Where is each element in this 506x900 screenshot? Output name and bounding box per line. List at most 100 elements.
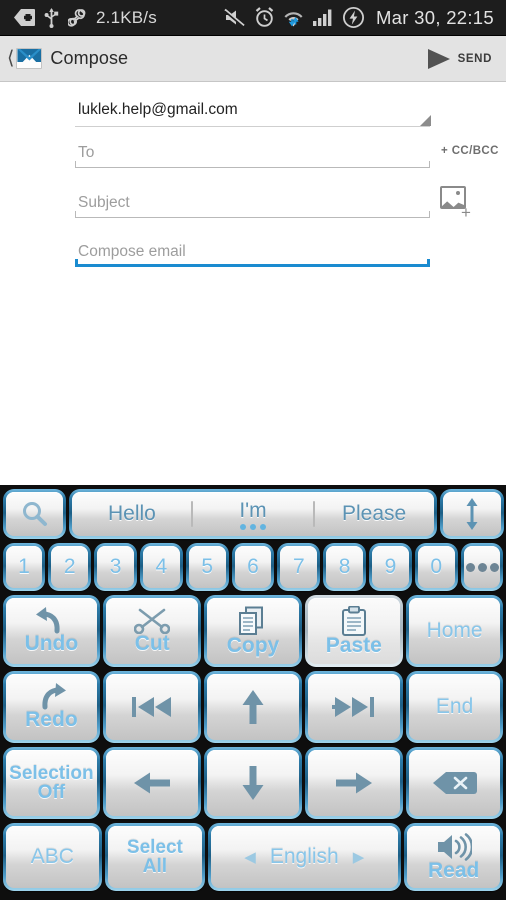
send-button[interactable]: SEND — [427, 48, 506, 69]
key-3[interactable]: 3 — [94, 543, 137, 591]
key-more-symbols[interactable] — [460, 543, 504, 591]
body-field[interactable]: Compose email — [75, 244, 186, 260]
subject-placeholder: Subject — [78, 194, 130, 211]
send-button-label: SEND — [457, 52, 492, 65]
insert-image-plus-icon: + — [461, 203, 471, 222]
key-arrow-down[interactable] — [204, 747, 302, 819]
key-5[interactable]: 5 — [185, 543, 229, 591]
arrow-left-icon — [134, 771, 171, 795]
clipboard-icon — [341, 605, 367, 636]
key-label: Redo — [25, 708, 78, 732]
key-arrow-left[interactable] — [103, 747, 202, 819]
key-end[interactable]: End — [405, 671, 504, 743]
suggestion-item[interactable]: Hello — [72, 492, 191, 536]
key-redo[interactable]: Redo — [2, 671, 101, 743]
key-cut[interactable]: Cut — [103, 595, 202, 667]
key-label: Cut — [134, 632, 170, 656]
key-label: 0 — [430, 555, 443, 578]
on-screen-keyboard: Hello I'm Please 1 2 3 4 5 6 7 8 9 0 Und… — [0, 485, 506, 900]
key-paste[interactable]: Paste — [304, 595, 403, 667]
key-8[interactable]: 8 — [323, 543, 366, 591]
key-label: Read — [428, 858, 480, 882]
key-label: Paste — [325, 633, 382, 657]
edit-row-1: Undo Cut Copy Paste Home — [1, 593, 505, 669]
suggestion-item[interactable]: Please — [315, 492, 434, 536]
dropdown-caret-icon[interactable] — [420, 115, 431, 126]
key-label: 3 — [109, 555, 122, 578]
key-1[interactable]: 1 — [2, 543, 46, 591]
arrow-right-icon — [335, 771, 372, 795]
key-undo[interactable]: Undo — [2, 595, 101, 667]
key-space-language[interactable]: ◀ English ▶ — [207, 823, 401, 891]
suggestion-strip[interactable]: Hello I'm Please — [69, 489, 437, 539]
skip-backward-icon — [130, 694, 174, 720]
key-label: 6 — [247, 555, 259, 578]
compose-form: luklek.help@gmail.com To + CC/BCC Subjec… — [0, 82, 506, 485]
mute-icon — [224, 8, 246, 27]
arrow-up-icon — [241, 689, 265, 724]
key-backspace[interactable] — [405, 747, 504, 819]
account-underline — [75, 126, 430, 127]
key-label: English — [269, 845, 339, 869]
key-4[interactable]: 4 — [139, 543, 183, 591]
to-field[interactable]: To — [75, 145, 94, 161]
language-prev-arrow-icon[interactable]: ◀ — [244, 848, 256, 866]
more-dots-icon — [465, 562, 499, 572]
send-arrow-icon — [427, 48, 450, 69]
key-0[interactable]: 0 — [414, 543, 458, 591]
key-label: Copy — [226, 633, 280, 657]
suggestion-row: Hello I'm Please — [1, 487, 505, 541]
key-select-all[interactable]: Select All — [105, 823, 205, 891]
key-next-word[interactable] — [304, 671, 403, 743]
wifi-icon — [283, 8, 304, 27]
charging-icon — [342, 6, 365, 29]
key-abc-layout[interactable]: ABC — [2, 823, 103, 891]
keyboard-search-key[interactable] — [2, 489, 67, 539]
skip-forward-icon — [331, 694, 376, 720]
key-label: 4 — [155, 555, 168, 578]
edit-row-2: Redo End — [1, 669, 505, 745]
key-label: End — [435, 695, 474, 719]
key-copy[interactable]: Copy — [204, 595, 302, 667]
key-arrow-up[interactable] — [204, 671, 302, 743]
link-icon — [68, 8, 87, 27]
to-placeholder: To — [78, 144, 95, 161]
key-label: 1 — [18, 555, 30, 578]
key-6[interactable]: 6 — [231, 543, 275, 591]
key-label-line1: Selection — [9, 762, 94, 784]
scissors-icon — [134, 607, 171, 635]
key-label: 7 — [292, 555, 305, 578]
key-9[interactable]: 9 — [369, 543, 412, 591]
suggestion-item-active[interactable]: I'm — [193, 492, 312, 536]
suggestion-text: Please — [341, 502, 407, 525]
status-bar-clock: Mar 30, 22:15 — [375, 6, 494, 28]
key-read-aloud[interactable]: Read — [403, 823, 504, 891]
action-bar: ⟨ Compose SEND — [0, 36, 506, 82]
subject-field[interactable]: Subject — [75, 195, 130, 211]
speaker-icon — [436, 832, 472, 861]
gmail-envelope-icon[interactable] — [16, 48, 43, 69]
key-previous-word[interactable] — [103, 671, 202, 743]
language-next-arrow-icon[interactable]: ▶ — [353, 848, 365, 866]
cc-bcc-button[interactable]: + CC/BCC — [441, 145, 499, 157]
back-chevron-icon[interactable]: ⟨ — [0, 49, 16, 68]
usb-debug-icon — [14, 9, 35, 26]
key-label: Undo — [24, 632, 79, 656]
copy-icon — [237, 606, 269, 636]
suggestion-text: Hello — [108, 502, 156, 525]
number-row: 1 2 3 4 5 6 7 8 9 0 — [1, 541, 505, 593]
key-home[interactable]: Home — [405, 595, 504, 667]
arrow-down-icon — [241, 765, 265, 800]
suggestion-text: I'm — [239, 498, 267, 522]
redo-icon — [34, 683, 68, 710]
keyboard-resize-key[interactable] — [439, 489, 504, 539]
key-label-line2: Off — [37, 782, 66, 803]
account-field[interactable]: luklek.help@gmail.com — [75, 102, 238, 118]
key-selection-toggle[interactable]: Selection Off — [2, 747, 101, 819]
key-label-line2: All — [142, 856, 168, 877]
key-label: Home — [426, 619, 483, 643]
key-label: 2 — [63, 555, 76, 578]
key-arrow-right[interactable] — [304, 747, 403, 819]
key-7[interactable]: 7 — [277, 543, 321, 591]
key-2[interactable]: 2 — [48, 543, 92, 591]
